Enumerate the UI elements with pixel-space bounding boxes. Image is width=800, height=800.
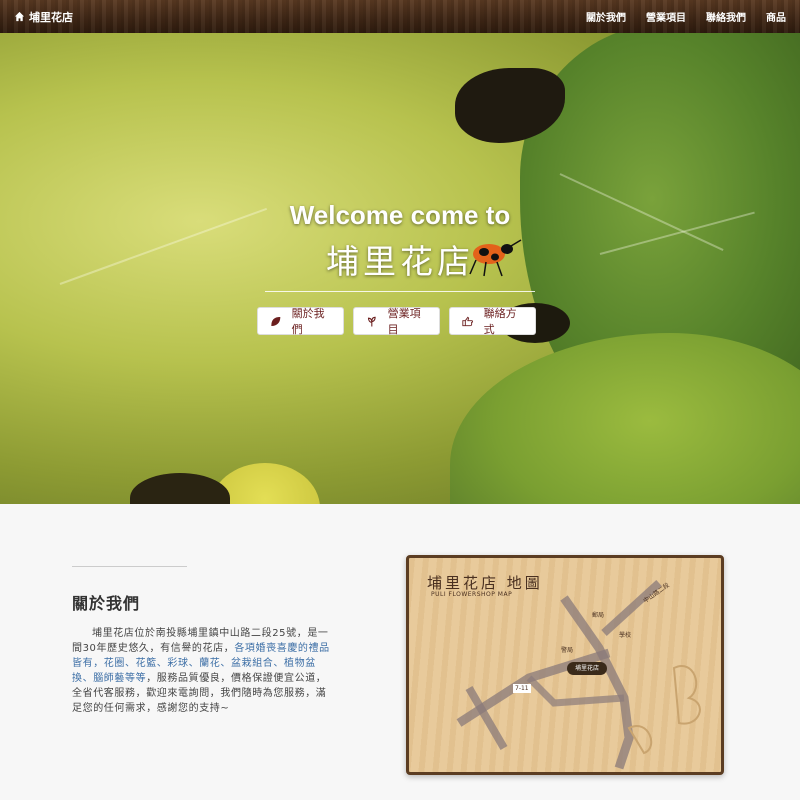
hero-banner: Welcome come to 埔里花店 關於我們 營業項目 聯絡方式 [0,33,800,504]
hero-shadow [130,473,230,504]
hero-buttons: 關於我們 營業項目 聯絡方式 [257,307,536,336]
map-shop-marker: 埔里花店 [567,662,607,675]
about-title: 關於我們 [72,594,141,613]
map-label-school: 學校 [619,632,632,639]
hero-about-button[interactable]: 關於我們 [257,307,344,336]
hero-contact-label: 聯絡方式 [483,307,517,336]
hero-title: Welcome come to [289,200,511,230]
brand-name: 埔里花店 [29,10,73,24]
hero-leaf-bottom [450,333,800,504]
map-title: 埔里花店 地圖 [427,574,543,592]
hero-services-button[interactable]: 營業項目 [353,307,440,336]
map-subtitle: PULI FLOWERSHOP MAP [431,591,513,598]
about-text: 埔里花店位於南投縣埔里鎮中山路二段25號，是一間30年歷史悠久，有信譽的花店，各… [72,626,334,716]
beetle-icon [469,239,522,277]
hero-about-label: 關於我們 [291,307,325,336]
sprout-icon [367,316,376,326]
nav-about[interactable]: 關於我們 [586,9,626,24]
map-label-police: 警局 [561,647,574,654]
about-divider [72,566,187,567]
hero-subtitle: 埔里花店 [326,242,474,281]
hand-point-icon [462,316,474,326]
top-navbar: 埔里花店 關於我們 營業項目 聯絡我們 商品 [0,0,800,33]
hero-divider [265,291,535,292]
nav-links: 關於我們 營業項目 聯絡我們 商品 [586,9,786,24]
leaf-icon [271,316,281,326]
hero-services-label: 營業項目 [387,307,421,336]
shop-map: 埔里花店 地圖 PULI FLOWERSHOP MAP 中山路二段 郵局 學校 … [406,555,724,775]
hero-contact-button[interactable]: 聯絡方式 [449,307,536,336]
home-icon [14,11,25,22]
map-label-711: 7-11 [513,684,531,693]
nav-contact[interactable]: 聯絡我們 [706,9,746,24]
nav-services[interactable]: 營業項目 [646,9,686,24]
brand-link[interactable]: 埔里花店 [14,9,73,25]
map-label-post: 郵局 [592,612,605,619]
nav-products[interactable]: 商品 [766,9,786,24]
